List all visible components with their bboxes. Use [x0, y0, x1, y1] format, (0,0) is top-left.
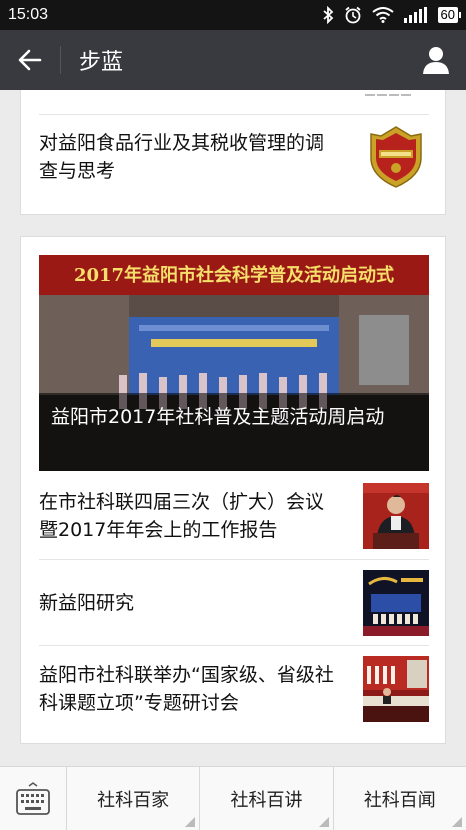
article-thumbnail [363, 483, 429, 549]
keyboard-icon [16, 782, 50, 815]
submenu-indicator-icon [185, 817, 196, 827]
profile-button[interactable] [406, 30, 466, 90]
meeting-room [363, 656, 429, 722]
keyboard-toggle-button[interactable] [0, 767, 67, 830]
bottom-menu: 社科百家 社科百讲 社科百闻 [0, 766, 466, 830]
person-icon [423, 47, 449, 74]
status-bar: 15:03 60 [0, 0, 466, 30]
menu-button-shekebaiwen[interactable]: 社科百闻 [334, 767, 466, 830]
status-time: 15:03 [8, 6, 49, 23]
banner-text: 2017年益阳市社会科学普及活动启动式 [74, 264, 394, 286]
wifi-icon [371, 7, 394, 23]
speaker-at-podium [363, 483, 429, 549]
submenu-indicator-icon [451, 817, 462, 827]
article-thumbnail [363, 656, 429, 722]
menu-label: 社科百家 [97, 790, 170, 811]
article-item[interactable]: 对益阳食品行业及其税收管理的调查与思考 [39, 114, 429, 198]
article-card: 2017年益阳市社会科学普及活动启动式 益阳市2017年社科普及主题活动周启动 [20, 236, 446, 744]
signal-icon [403, 7, 427, 23]
article-card: 对益阳食品行业及其税收管理的调查与思考 [20, 90, 446, 215]
food-safety-badge [370, 126, 422, 188]
article-item[interactable]: 益阳市社科联举办“国家级、省级社科课题立项”专题研讨会 [39, 645, 429, 731]
article-title: 益阳市社科联举办“国家级、省级社科课题立项”专题研讨会 [39, 663, 334, 714]
back-button[interactable] [0, 30, 60, 90]
article-item[interactable]: 新益阳研究 [39, 559, 429, 645]
article-item[interactable]: 在市社科联四届三次（扩大）会议 暨2017年年会上的工作报告 [39, 473, 429, 559]
article-thumbnail [363, 570, 429, 636]
page-title: 步蓝 [79, 50, 124, 75]
alarm-icon [344, 6, 361, 24]
battery-level: 60 [437, 7, 462, 23]
article-thumbnail [363, 124, 429, 190]
article-title: 对益阳食品行业及其税收管理的调查与思考 [39, 131, 325, 182]
menu-label: 社科百闻 [363, 790, 436, 811]
menu-button-shekebaijia[interactable]: 社科百家 [67, 767, 201, 830]
status-icons: 60 [322, 6, 462, 24]
menu-label: 社科百讲 [230, 790, 303, 811]
menu-button-shekebaijiang[interactable]: 社科百讲 [200, 767, 334, 830]
article-title: 在市社科联四届三次（扩大）会议 暨2017年年会上的工作报告 [39, 491, 325, 541]
nav-divider [60, 46, 61, 74]
featured-article[interactable]: 2017年益阳市社会科学普及活动启动式 益阳市2017年社科普及主题活动周启动 [39, 255, 429, 471]
article-title: 新益阳研究 [39, 591, 135, 614]
arrow-left-icon [18, 49, 42, 71]
message-content: 对益阳食品行业及其税收管理的调查与思考 2017年益阳市社会科学普及活动启动式 [0, 90, 466, 766]
featured-caption: 益阳市2017年社科普及主题活动周启动 [39, 393, 429, 471]
bluetooth-icon [322, 6, 333, 24]
stage-performance [363, 570, 429, 636]
battery-icon: 60 [437, 7, 462, 23]
submenu-indicator-icon [318, 817, 329, 827]
thumb-remnant [363, 90, 427, 99]
nav-bar: 步蓝 [0, 30, 466, 90]
